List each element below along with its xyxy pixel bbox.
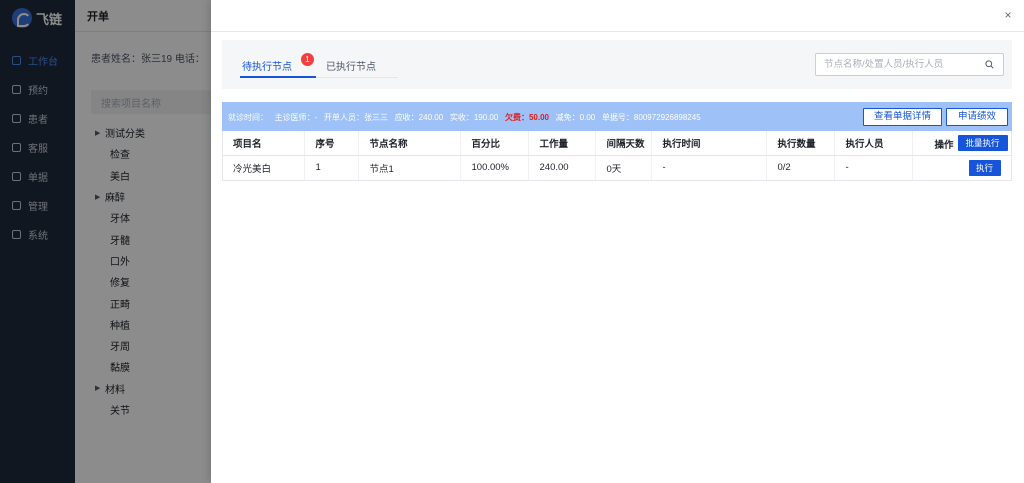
column-header: 执行数量 [766,131,835,156]
creator: 开单人员：张三三 [324,113,389,122]
column-header: 序号 [304,131,359,156]
column-header: 节点名称 [358,131,461,156]
cell-exec-count: 0/2 [766,155,835,181]
apply-performance-button[interactable]: 申请绩效 [946,108,1008,126]
cell-actions: 执行 [912,155,1012,181]
received: 实收：190.00 [449,113,499,122]
node-search-input[interactable] [824,57,974,72]
doctor: 主诊医师：- [274,113,318,122]
column-header: 间隔天数 [595,131,652,156]
column-header-actions: 操作 批量执行 [912,131,1012,156]
owed-amount: 欠费：50.00 [504,113,549,122]
execution-drawer: × 待执行节点 1 已执行节点 就诊时间： 主诊医师：- 开单人员：张三三 [211,0,1024,483]
column-header: 百分比 [460,131,529,156]
discount: 减免：0.00 [555,113,596,122]
cell-node-name: 节点1 [358,155,461,181]
order-number: 单据号：800972926898245 [601,113,701,122]
pending-count-badge: 1 [301,53,314,66]
view-order-detail-button[interactable]: 查看单据详情 [863,108,942,126]
search-icon[interactable] [985,60,994,69]
tabs-bar: 待执行节点 1 已执行节点 [222,40,1012,89]
cell-workload: 240.00 [528,155,596,181]
column-header: 执行人员 [834,131,913,156]
cell-executor: - [834,155,913,181]
execute-button[interactable]: 执行 [968,159,1001,176]
close-icon[interactable]: × [1002,9,1014,21]
cell-exec-time: - [651,155,767,181]
column-header: 执行时间 [651,131,767,156]
visit-time: 就诊时间： [228,113,268,122]
cell-percent: 100.00% [460,155,529,181]
table-header-row: 项目名 序号 节点名称 百分比 工作量 间隔天数 执行时间 执行数量 执行人员 … [222,131,1012,156]
cell-project-name: 冷光美白 [222,155,305,181]
column-header: 项目名 [222,131,305,156]
node-search [815,53,1004,76]
column-header: 工作量 [528,131,596,156]
order-info-bar: 就诊时间： 主诊医师：- 开单人员：张三三 应收：240.00 实收：190.0… [222,102,1012,131]
actions-label: 操作 [934,140,954,151]
modal-mask[interactable] [0,0,211,483]
table-row: 冷光美白 1 节点1 100.00% 240.00 0天 - 0/2 - 执行 [222,155,1012,181]
cell-interval-days: 0天 [595,155,652,181]
order-summary: 就诊时间： 主诊医师：- 开单人员：张三三 应收：240.00 实收：190.0… [228,112,701,123]
cell-seq: 1 [304,155,359,181]
batch-execute-button[interactable]: 批量执行 [957,135,1008,151]
drawer-header: × [211,0,1024,32]
tab-pending-nodes[interactable]: 待执行节点 [242,58,292,73]
active-tab-indicator [240,76,316,78]
receivable: 应收：240.00 [394,113,444,122]
node-table: 项目名 序号 节点名称 百分比 工作量 间隔天数 执行时间 执行数量 执行人员 … [222,131,1012,181]
node-panel: 待执行节点 1 已执行节点 就诊时间： 主诊医师：- 开单人员：张三三 应收：2… [222,40,1012,190]
tab-executed-nodes[interactable]: 已执行节点 [326,58,376,73]
